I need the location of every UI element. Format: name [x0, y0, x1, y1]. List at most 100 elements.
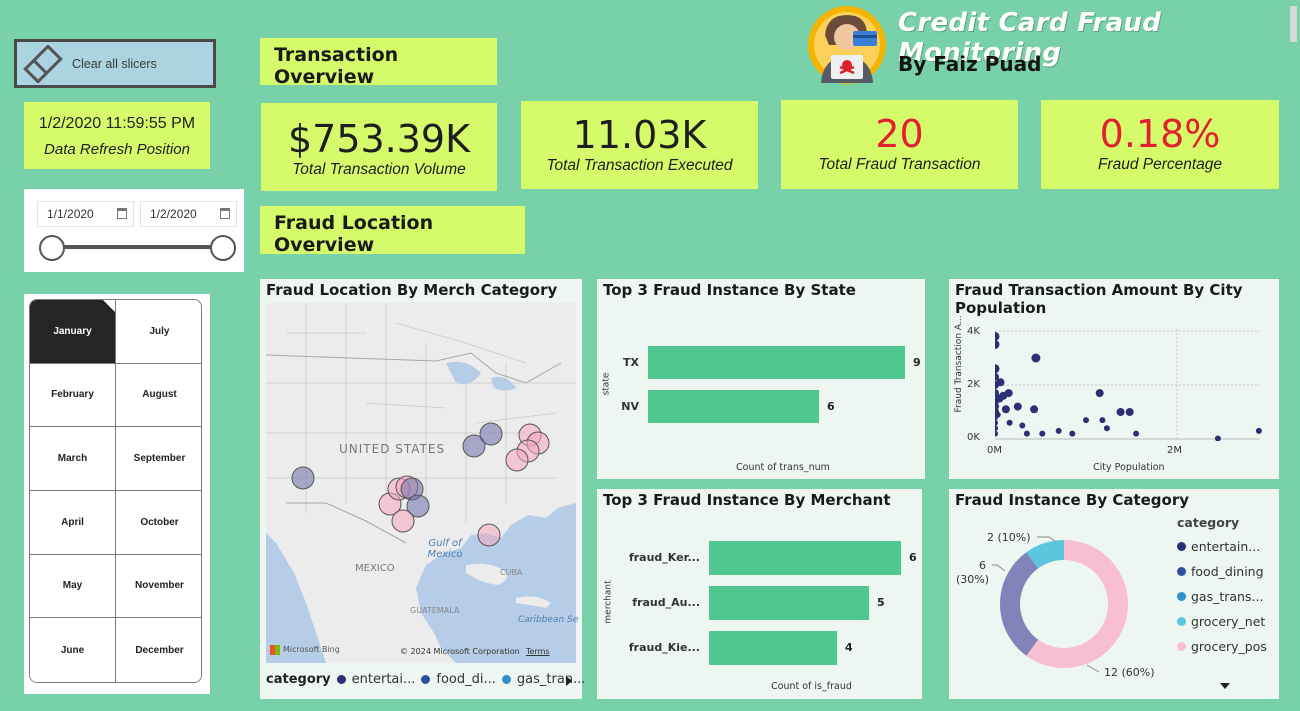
scatter-point[interactable]: [995, 425, 998, 432]
kpi-volume-value: $753.39K: [287, 117, 471, 161]
scatter-point[interactable]: [1019, 422, 1026, 429]
bar[interactable]: [648, 390, 819, 423]
city-scatter-plot[interactable]: [995, 329, 1265, 441]
month-april[interactable]: April: [30, 491, 116, 555]
month-january[interactable]: January: [30, 300, 116, 364]
month-may[interactable]: May: [30, 554, 116, 619]
map-terms-link[interactable]: Terms: [526, 647, 550, 656]
bar-value-label: 9: [913, 355, 921, 369]
month-august[interactable]: August: [116, 363, 201, 428]
scatter-point[interactable]: [1006, 419, 1013, 426]
scatter-point[interactable]: [1004, 389, 1013, 398]
calendar-icon[interactable]: [117, 208, 127, 219]
scatter-point[interactable]: [1031, 353, 1041, 363]
kpi-volume-card: $753.39K Total Transaction Volume: [261, 103, 497, 191]
scatter-point[interactable]: [1095, 389, 1104, 398]
bar-value-label: 6: [909, 551, 917, 564]
month-february[interactable]: February: [30, 363, 116, 428]
kpi-executed-card: 11.03K Total Transaction Executed: [521, 101, 758, 189]
legend-next-icon[interactable]: [566, 676, 572, 686]
start-date-value: 1/1/2020: [47, 207, 94, 221]
scatter-point[interactable]: [1103, 425, 1110, 432]
map-label-cuba: CUBA: [500, 568, 523, 577]
category-legend-item[interactable]: entertain...: [1177, 534, 1267, 559]
merchant-chart-panel: Top 3 Fraud Instance By Merchant merchan…: [597, 489, 922, 699]
category-legend-item[interactable]: gas_trans...: [1177, 584, 1267, 609]
month-october[interactable]: October: [116, 491, 201, 555]
date-range-slicer: 1/1/2020 1/2/2020: [24, 189, 244, 272]
month-june[interactable]: June: [30, 618, 116, 682]
bar-value-label: 6: [827, 399, 835, 413]
scatter-point[interactable]: [1030, 405, 1039, 414]
city-chart-title: Fraud Transaction Amount By City Populat…: [955, 281, 1243, 317]
scatter-point[interactable]: [1001, 405, 1010, 414]
city-ytick-1: 2K: [967, 379, 980, 390]
scatter-point[interactable]: [1055, 427, 1062, 434]
date-slider-end-handle[interactable]: [210, 235, 236, 261]
scrollbar-thumb[interactable]: [1290, 6, 1297, 42]
end-date-value: 1/2/2020: [150, 207, 197, 221]
scatter-point[interactable]: [996, 378, 1005, 387]
month-slicer: January July February August March September A…: [24, 294, 210, 694]
section-title-overview: Transaction Overview: [260, 38, 497, 88]
map-legend: category entertai... food_di... gas_tran…: [266, 672, 585, 687]
eraser-icon: [23, 45, 63, 83]
state-chart-xlabel: Count of trans_num: [736, 462, 830, 473]
bing-logo-icon: [270, 645, 280, 655]
category-legend-label: entertain...: [1191, 539, 1261, 554]
scatter-point[interactable]: [1023, 430, 1030, 437]
category-legend-title: category: [1177, 515, 1240, 530]
scatter-point[interactable]: [995, 331, 1000, 341]
month-march[interactable]: March: [30, 427, 116, 491]
bar[interactable]: [709, 631, 837, 665]
map-label-us: UNITED STATES: [339, 442, 446, 456]
scatter-point[interactable]: [1083, 417, 1089, 424]
scatter-point[interactable]: [1013, 402, 1022, 411]
month-september[interactable]: September: [116, 427, 201, 491]
kpi-executed-value: 11.03K: [572, 113, 707, 157]
map-title: Fraud Location By Merch Category: [266, 281, 558, 299]
scatter-point[interactable]: [1133, 430, 1140, 437]
scatter-point[interactable]: [1039, 430, 1046, 437]
scatter-point[interactable]: [1099, 417, 1106, 424]
map-label-gulf: Gulf of Mexico: [427, 538, 463, 560]
scatter-point[interactable]: [1125, 408, 1134, 416]
city-chart-panel: Fraud Transaction Amount By City Populat…: [949, 279, 1279, 479]
scatter-point[interactable]: [995, 364, 1000, 374]
scatter-point[interactable]: [995, 340, 1000, 349]
scatter-point[interactable]: [1214, 435, 1221, 442]
bar[interactable]: [709, 541, 901, 575]
category-legend-item[interactable]: food_dining: [1177, 559, 1267, 584]
bar[interactable]: [709, 586, 869, 620]
scatter-point[interactable]: [1255, 427, 1262, 434]
legend-dot-icon: [1177, 567, 1186, 576]
end-date-input[interactable]: 1/2/2020: [140, 201, 237, 227]
legend-dot-icon: [336, 675, 346, 684]
month-july[interactable]: July: [116, 300, 201, 364]
map-copyright: © 2024 Microsoft Corporation: [400, 647, 520, 656]
start-date-input[interactable]: 1/1/2020: [37, 201, 134, 227]
bar[interactable]: [648, 346, 905, 379]
scatter-point[interactable]: [995, 411, 1001, 418]
date-slider-track[interactable]: [52, 245, 224, 249]
month-november[interactable]: November: [116, 554, 201, 619]
category-legend-item[interactable]: grocery_net: [1177, 609, 1267, 634]
legend-dot-icon: [1177, 542, 1186, 551]
scatter-point[interactable]: [995, 419, 998, 426]
refresh-label: Data Refresh Position: [44, 141, 190, 158]
refresh-datetime: 1/2/2020 11:59:55 PM: [38, 115, 196, 132]
scatter-point[interactable]: [1116, 408, 1125, 416]
map-legend-item-1: food_di...: [436, 672, 496, 687]
scatter-point[interactable]: [995, 430, 998, 437]
legend-dot-icon: [421, 675, 431, 684]
legend-scroll-down-icon[interactable]: [1220, 683, 1230, 689]
category-legend-item[interactable]: grocery_pos: [1177, 634, 1267, 659]
calendar-icon[interactable]: [220, 208, 230, 219]
clear-slicers-button[interactable]: Clear all slicers: [14, 39, 216, 88]
dashboard-subtitle: By Faiz Puad: [898, 52, 1042, 76]
city-chart-xlabel: City Population: [1093, 462, 1165, 473]
month-december[interactable]: December: [116, 618, 201, 682]
bar-category-label: fraud_Au...: [632, 596, 700, 609]
scatter-point[interactable]: [1069, 430, 1076, 437]
date-slider-start-handle[interactable]: [39, 235, 65, 261]
